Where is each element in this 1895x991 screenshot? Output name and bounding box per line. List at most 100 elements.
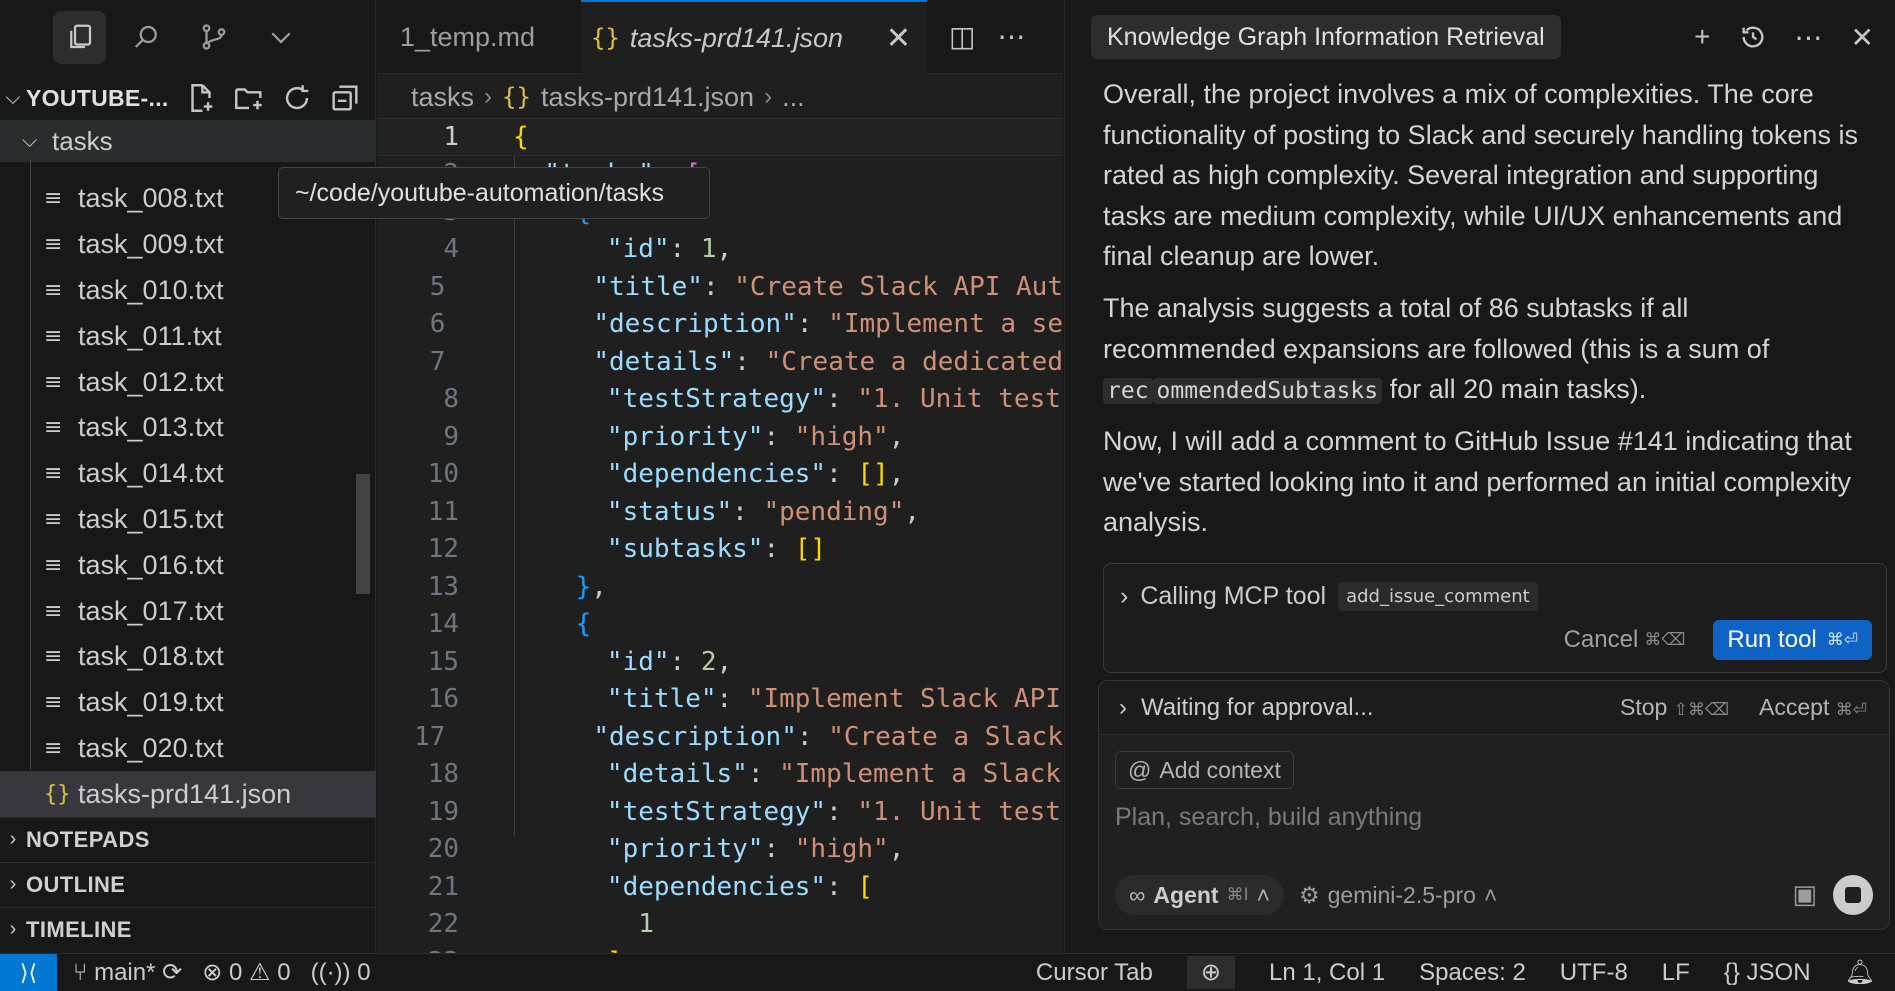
text-file-icon: ≡: [44, 506, 63, 532]
bell-icon[interactable]: 🔔︎: [1845, 958, 1875, 987]
chevron-right-icon: ›: [764, 83, 773, 110]
chevron-right-icon: ›: [1119, 693, 1127, 721]
warning-icon: ⚠: [249, 959, 271, 986]
chat-panel: Knowledge Graph Information Retrieval + …: [1064, 0, 1895, 953]
file-item-selected[interactable]: {} tasks-prd141.json: [0, 771, 376, 818]
assistant-message: The analysis suggests a total of 86 subt…: [1103, 293, 1770, 404]
run-tool-button[interactable]: Run tool ⌘⏎: [1713, 620, 1872, 660]
search-button[interactable]: [120, 11, 173, 64]
remote-button[interactable]: ⟩⟨: [0, 953, 57, 991]
section-timeline[interactable]: › TIMELINE: [0, 907, 376, 951]
tab-tasks-json[interactable]: {} tasks-prd141.json ✕: [581, 0, 927, 74]
code-line: 18 "details": "Implement a Slack: [427, 759, 1061, 790]
composer: › Waiting for approval... Stop ⇧⌘⌫ Accep…: [1098, 680, 1890, 930]
approval-row[interactable]: › Waiting for approval... Stop ⇧⌘⌫ Accep…: [1099, 681, 1889, 735]
section-notepads[interactable]: › NOTEPADS: [0, 817, 376, 861]
chevron-right-icon: ›: [9, 828, 17, 850]
assistant-message: Now, I will add a comment to GitHub Issu…: [1103, 426, 1852, 537]
more-actions-icon[interactable]: ⋯: [1795, 21, 1823, 54]
chat-input[interactable]: [1115, 803, 1855, 832]
explorer-button[interactable]: [53, 10, 106, 64]
folder-tasks[interactable]: ⌵ tasks: [0, 120, 376, 162]
sync-icon: ⟳: [162, 959, 183, 986]
history-icon[interactable]: [1739, 23, 1767, 51]
file-item[interactable]: ≡ task_014.txt: [0, 451, 376, 497]
code-line: 6 "description": "Implement a se: [429, 309, 1063, 340]
file-item[interactable]: ≡ task_018.txt: [0, 634, 376, 680]
tab-temp-md[interactable]: 1_temp.md: [377, 0, 581, 74]
stop-button[interactable]: Stop ⇧⌘⌫: [1620, 694, 1729, 721]
encoding[interactable]: UTF-8: [1560, 959, 1628, 987]
code-line: 19 "testStrategy": "1. Unit test: [427, 796, 1061, 827]
stop-generation-button[interactable]: [1833, 875, 1873, 915]
file-item[interactable]: ≡ task_017.txt: [0, 588, 376, 634]
collapse-all-icon[interactable]: [328, 81, 362, 115]
source-control-button[interactable]: [187, 11, 240, 64]
tool-call-header[interactable]: › Calling MCP tool add_issue_comment: [1120, 582, 1538, 611]
code-area[interactable]: 1{ 2 "tasks": [ 3 { 4 "id": 1, 5 "title"…: [377, 118, 1063, 953]
new-folder-icon[interactable]: [232, 81, 266, 115]
zoom-icon[interactable]: ⊕: [1186, 956, 1235, 989]
code-line: 14 {: [427, 609, 592, 640]
text-file-icon: ≡: [44, 644, 63, 670]
file-item[interactable]: ≡ task_013.txt: [0, 405, 376, 451]
branch-icon: ⑂: [73, 959, 88, 986]
branch-status[interactable]: ⑂ main* ⟳: [73, 958, 182, 987]
chevron-up-icon: ˄: [1256, 881, 1271, 908]
add-context-button[interactable]: @ Add context: [1115, 751, 1294, 789]
breadcrumb-more[interactable]: ...: [782, 82, 805, 113]
split-editor-icon[interactable]: ◫: [949, 20, 975, 53]
new-file-icon[interactable]: [184, 81, 218, 115]
chevron-right-icon: ›: [9, 918, 17, 940]
explorer-header[interactable]: ⌵ YOUTUBE-...: [0, 78, 376, 118]
file-item[interactable]: ≡ task_010.txt: [0, 268, 376, 314]
more-views-button[interactable]: [254, 11, 307, 64]
code-line: 7 "details": "Create a dedicated: [429, 346, 1063, 377]
chevron-down-icon: ⌵: [22, 129, 38, 152]
cursor-position[interactable]: Ln 1, Col 1: [1269, 959, 1385, 987]
text-file-icon: ≡: [44, 690, 63, 716]
file-item[interactable]: ≡ task_012.txt: [0, 359, 376, 405]
text-file-icon: ≡: [44, 461, 63, 487]
tab-bar: 1_temp.md {} tasks-prd141.json ✕ ◫ ⋯: [377, 0, 1063, 74]
file-item[interactable]: ≡ task_015.txt: [0, 497, 376, 543]
section-outline[interactable]: › OUTLINE: [0, 862, 376, 906]
chat-title-tab[interactable]: Knowledge Graph Information Retrieval: [1091, 15, 1561, 59]
breadcrumb-file[interactable]: tasks-prd141.json: [541, 82, 754, 113]
model-icon: ⚙: [1299, 881, 1320, 908]
refresh-icon[interactable]: [280, 81, 314, 115]
language-mode[interactable]: {} JSON: [1724, 959, 1811, 987]
stop-icon: [1845, 887, 1861, 903]
file-item[interactable]: ≡ task_020.txt: [0, 726, 376, 772]
tab-label: tasks-prd141.json: [629, 22, 844, 53]
problems-status[interactable]: ⊗ 0 ⚠ 0: [202, 958, 290, 987]
editor: 1_temp.md {} tasks-prd141.json ✕ ◫ ⋯ tas…: [377, 0, 1063, 953]
file-item[interactable]: ≡ task_009.txt: [0, 222, 376, 268]
file-item[interactable]: ≡ task_016.txt: [0, 542, 376, 588]
search-icon: [134, 25, 157, 48]
new-chat-icon[interactable]: +: [1694, 21, 1710, 53]
close-icon[interactable]: ✕: [886, 21, 917, 56]
cancel-button[interactable]: Cancel ⌘⌫: [1564, 626, 1686, 654]
accept-button[interactable]: Accept ⌘⏎: [1759, 694, 1867, 721]
line-ending[interactable]: LF: [1662, 959, 1690, 987]
sidebar-scrollbar[interactable]: [356, 474, 370, 594]
image-icon[interactable]: ▣: [1792, 879, 1817, 910]
more-actions-icon[interactable]: ⋯: [997, 20, 1025, 53]
ports-status[interactable]: ((·)) 0: [311, 959, 371, 987]
file-item[interactable]: ≡ task_011.txt: [0, 313, 376, 359]
agent-mode-button[interactable]: ∞ Agent ⌘I ˄: [1115, 875, 1285, 915]
code-line: 22 1: [427, 909, 654, 940]
cursor-tab-status[interactable]: Cursor Tab: [1036, 959, 1153, 987]
text-file-icon: ≡: [44, 277, 63, 303]
source-control-icon: [202, 24, 225, 50]
breadcrumb-folder[interactable]: tasks: [411, 82, 474, 113]
model-selector[interactable]: ⚙ gemini-2.5-pro ˄: [1299, 875, 1497, 915]
close-icon[interactable]: ✕: [1851, 21, 1874, 54]
file-item[interactable]: ≡ task_019.txt: [0, 680, 376, 726]
at-icon: @: [1128, 756, 1152, 783]
indentation[interactable]: Spaces: 2: [1419, 959, 1526, 987]
code-line: 23 ]: [377, 943, 1063, 953]
approval-actions: Stop ⇧⌘⌫ Accept ⌘⏎: [1620, 694, 1889, 721]
code-line: 20 "priority": "high",: [427, 834, 905, 865]
